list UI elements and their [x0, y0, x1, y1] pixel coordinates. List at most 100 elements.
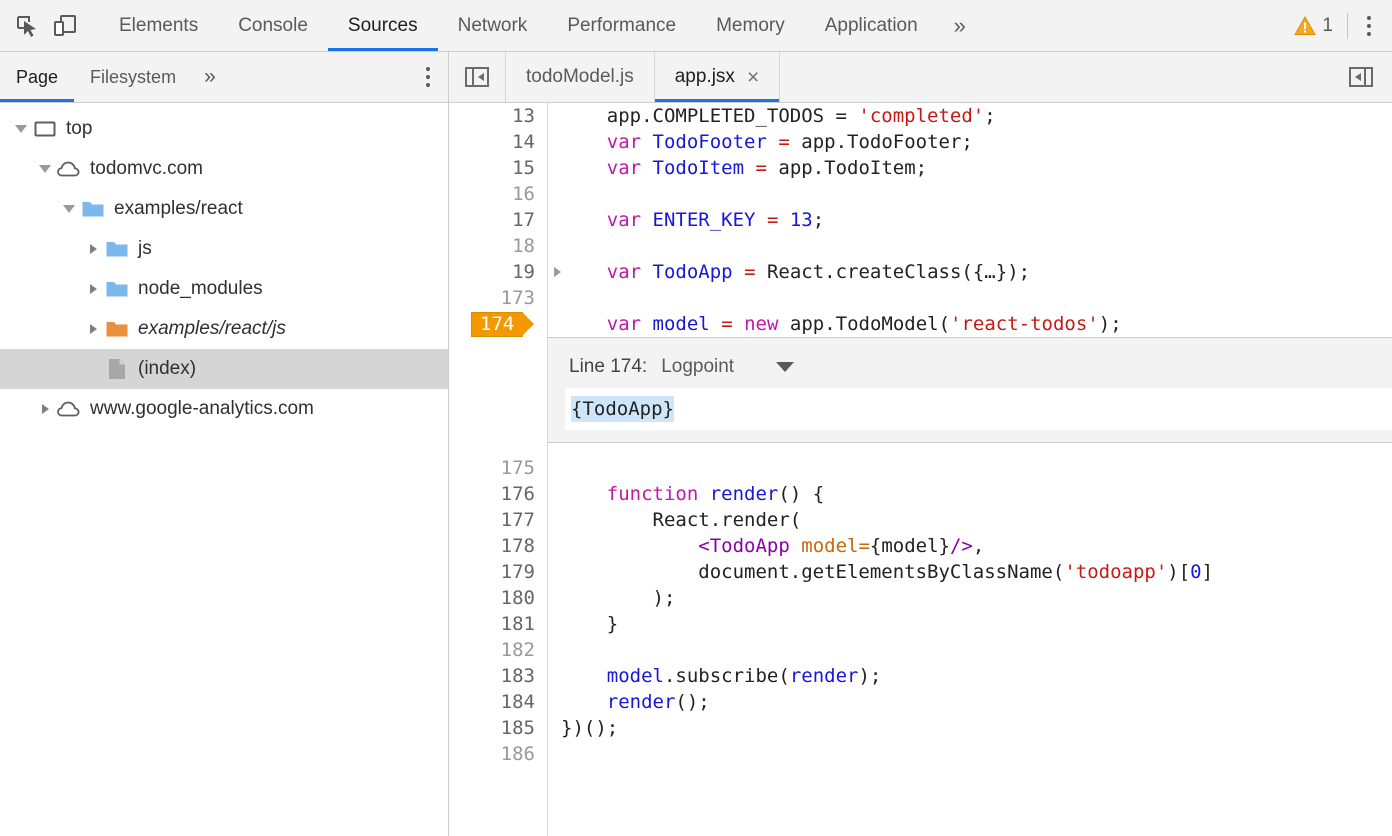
tab-console[interactable]: Console	[218, 0, 328, 51]
code-token: ]	[1202, 561, 1213, 583]
line-gutter[interactable]: 14	[449, 129, 547, 155]
nav-tab-page[interactable]: Page	[0, 52, 74, 102]
code-token: =	[721, 313, 732, 335]
disclosure-triangle-icon[interactable]	[34, 165, 56, 173]
code-token: ;	[984, 105, 995, 127]
code-token: <TodoApp	[698, 535, 790, 557]
code-token	[698, 483, 709, 505]
line-gutter[interactable]: 13	[449, 103, 547, 129]
code-token: })();	[561, 717, 618, 739]
code-token: var	[607, 209, 641, 231]
kebab-dot	[1367, 24, 1371, 28]
tab-application[interactable]: Application	[805, 0, 938, 51]
code-line: 183 model.subscribe(render);	[449, 663, 1392, 689]
code-token: document.getElementsByClassName(	[561, 561, 1064, 583]
code-token: TodoApp	[653, 261, 733, 283]
close-icon[interactable]: ×	[747, 67, 759, 88]
tab-label: Application	[825, 15, 918, 37]
line-gutter[interactable]: 176	[449, 481, 547, 507]
line-number: 15	[512, 155, 535, 181]
line-gutter[interactable]: 183	[449, 663, 547, 689]
devtools-menu-button[interactable]	[1352, 7, 1386, 45]
line-gutter[interactable]: 15	[449, 155, 547, 181]
disclosure-triangle-icon[interactable]	[10, 125, 32, 133]
line-gutter[interactable]: 181	[449, 611, 547, 637]
collapse-sidebar-button[interactable]	[1330, 52, 1392, 102]
code-fold-arrow-icon[interactable]	[554, 267, 561, 277]
code-token	[561, 665, 607, 687]
more-tabs-button[interactable]: »	[938, 0, 982, 51]
line-gutter[interactable]: 173	[449, 285, 547, 311]
line-gutter[interactable]: 178	[449, 533, 547, 559]
device-toolbar-button[interactable]	[46, 7, 84, 45]
logpoint-breakpoint-marker[interactable]: 174	[471, 312, 523, 337]
tab-label: Network	[458, 15, 528, 37]
line-gutter[interactable]: 19	[449, 259, 547, 285]
line-gutter[interactable]: 179	[449, 559, 547, 585]
line-gutter[interactable]: 17	[449, 207, 547, 233]
navigator-toolbar: Page Filesystem »	[0, 52, 448, 103]
line-gutter[interactable]: 184	[449, 689, 547, 715]
code-line-text: model.subscribe(render);	[547, 663, 1392, 689]
disclosure-triangle-icon[interactable]	[34, 404, 56, 414]
collapse-sidebar-icon	[1346, 62, 1376, 92]
tree-row[interactable]: examples/react/js	[0, 309, 448, 349]
line-gutter[interactable]: 177	[449, 507, 547, 533]
tab-label: Sources	[348, 15, 418, 37]
warning-status-badge[interactable]: 1	[1284, 15, 1343, 37]
tree-row[interactable]: todomvc.com	[0, 149, 448, 189]
editor-pane: todoModel.js app.jsx × 13 app.	[449, 52, 1392, 836]
tree-row[interactable]: examples/react	[0, 189, 448, 229]
collapse-navigator-button[interactable]	[449, 52, 505, 102]
code-line: 19 var TodoApp = React.createClass({…});	[449, 259, 1392, 285]
line-gutter[interactable]: 180	[449, 585, 547, 611]
line-gutter[interactable]: 186	[449, 741, 547, 767]
line-gutter[interactable]: 185	[449, 715, 547, 741]
tab-elements[interactable]: Elements	[99, 0, 218, 51]
code-token	[641, 131, 652, 153]
logpoint-expression-input[interactable]: {TodoApp}	[565, 388, 1392, 430]
line-number: 176	[501, 481, 535, 507]
editor-tab-filler	[779, 52, 1330, 102]
tab-memory[interactable]: Memory	[696, 0, 805, 51]
line-number: 180	[501, 585, 535, 611]
folder-blue-icon	[104, 278, 130, 300]
toolbar-icon-group	[0, 0, 99, 51]
disclosure-triangle-icon[interactable]	[82, 244, 104, 254]
warning-count: 1	[1322, 15, 1333, 37]
navigator-menu-button[interactable]	[408, 52, 448, 102]
line-gutter[interactable]: 16	[449, 181, 547, 207]
code-token: )[	[1167, 561, 1190, 583]
code-line-text: var TodoFooter = app.TodoFooter;	[547, 129, 1392, 155]
tree-row[interactable]: top	[0, 109, 448, 149]
code-editor[interactable]: 13 app.COMPLETED_TODOS = 'completed';14 …	[449, 103, 1392, 836]
editor-tab-appjsx[interactable]: app.jsx ×	[654, 52, 779, 102]
line-gutter[interactable]: 18	[449, 233, 547, 259]
tab-performance[interactable]: Performance	[547, 0, 696, 51]
code-token: React.createClass({…});	[756, 261, 1031, 283]
code-line-text: var TodoItem = app.TodoItem;	[547, 155, 1392, 181]
editor-tab-todomodel[interactable]: todoModel.js	[505, 52, 654, 102]
tree-row[interactable]: node_modules	[0, 269, 448, 309]
disclosure-triangle-icon[interactable]	[58, 205, 80, 213]
line-gutter[interactable]: 175	[449, 455, 547, 481]
tree-row[interactable]: www.google-analytics.com	[0, 389, 448, 429]
tab-label: Memory	[716, 15, 785, 37]
main-toolbar: Elements Console Sources Network Perform…	[0, 0, 1392, 52]
disclosure-triangle-icon[interactable]	[82, 284, 104, 294]
inspect-element-button[interactable]	[8, 7, 46, 45]
line-gutter[interactable]: 174	[449, 311, 547, 337]
kebab-dot	[426, 67, 430, 71]
code-line-text: var model = new app.TodoModel('react-tod…	[547, 311, 1392, 337]
tab-network[interactable]: Network	[438, 0, 548, 51]
line-gutter[interactable]: 182	[449, 637, 547, 663]
disclosure-triangle-icon[interactable]	[82, 324, 104, 334]
tree-row[interactable]: js	[0, 229, 448, 269]
logpoint-type-select[interactable]: Logpoint	[661, 354, 794, 380]
navigator-more-tabs-button[interactable]: »	[192, 52, 228, 102]
code-token: 'react-todos'	[950, 313, 1099, 335]
nav-tab-filesystem[interactable]: Filesystem	[74, 52, 192, 102]
tree-row[interactable]: (index)	[0, 349, 448, 389]
tab-sources[interactable]: Sources	[328, 0, 438, 51]
code-line-text: React.render(	[547, 507, 1392, 533]
